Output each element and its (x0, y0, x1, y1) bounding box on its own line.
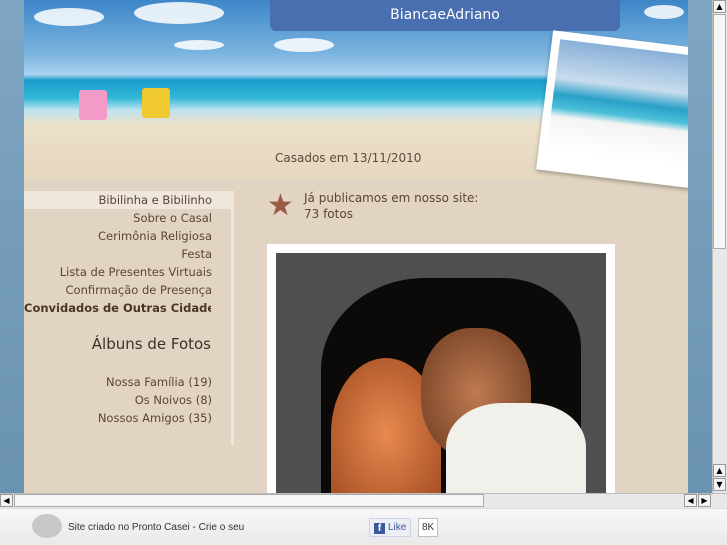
pronto-casei-logo[interactable] (32, 514, 62, 538)
scroll-up-button-lower[interactable]: ▲ (713, 464, 726, 477)
footer-bar: Site criado no Pronto Casei - Crie o seu… (0, 508, 727, 545)
beach-chair (142, 88, 170, 118)
menu-item-confirmacao[interactable]: Confirmação de Presença (24, 281, 232, 299)
starfish-icon: ★ (267, 188, 294, 223)
scroll-down-button[interactable]: ▼ (713, 478, 726, 491)
sidebar-menu: Bibilinha e Bibilinho Sobre o Casal Ceri… (24, 191, 232, 317)
site-title: BiancaeAdriano (270, 0, 620, 31)
published-info: Já publicamos em nosso site: 73 fotos (304, 190, 478, 222)
scroll-right-button[interactable]: ▶ (698, 494, 711, 507)
menu-item-sobre-casal[interactable]: Sobre o Casal (24, 209, 232, 227)
photo-count: 73 fotos (304, 207, 353, 221)
facebook-like-button[interactable]: f Like (369, 518, 412, 537)
menu-item-convidados[interactable]: Convidados de Outras Cidades (24, 299, 211, 317)
vertical-scrollbar[interactable]: ▲ ▲ ▼ (712, 0, 727, 493)
scroll-thumb[interactable] (713, 14, 726, 249)
footer-text[interactable]: Site criado no Pronto Casei - Crie o seu (68, 522, 244, 533)
background-left (0, 0, 24, 493)
menu-item-cerimonia[interactable]: Cerimônia Religiosa (24, 227, 232, 245)
published-label: Já publicamos em nosso site: (304, 191, 479, 205)
album-link[interactable]: Nossos Amigos (35) (24, 409, 232, 427)
hscroll-thumb[interactable] (14, 494, 484, 507)
scroll-up-button[interactable]: ▲ (713, 0, 726, 13)
beach-polaroid (536, 30, 688, 190)
scroll-left-button-2[interactable]: ◀ (684, 494, 697, 507)
facebook-icon: f (374, 523, 385, 534)
menu-item-bibilinha[interactable]: Bibilinha e Bibilinho (24, 191, 232, 209)
albums-list: Nossa Família (19) Os Noivos (8) Nossos … (24, 373, 232, 427)
menu-item-festa[interactable]: Festa (24, 245, 232, 263)
background-right (688, 0, 712, 493)
scroll-left-button[interactable]: ◀ (0, 494, 13, 507)
like-count: 8K (418, 518, 439, 537)
album-link[interactable]: Os Noivos (8) (24, 391, 232, 409)
horizontal-scrollbar[interactable]: ◀ ◀ ▶ (0, 493, 727, 508)
featured-photo[interactable] (267, 244, 615, 493)
married-date: Casados em 13/11/2010 (275, 151, 422, 165)
album-link[interactable]: Nossa Família (19) (24, 373, 232, 391)
menu-item-presentes[interactable]: Lista de Presentes Virtuais (24, 263, 232, 281)
page: BiancaeAdriano Casados em 13/11/2010 Bib… (24, 0, 688, 493)
albums-title: Álbuns de Fotos (91, 335, 211, 353)
towel (79, 90, 107, 120)
